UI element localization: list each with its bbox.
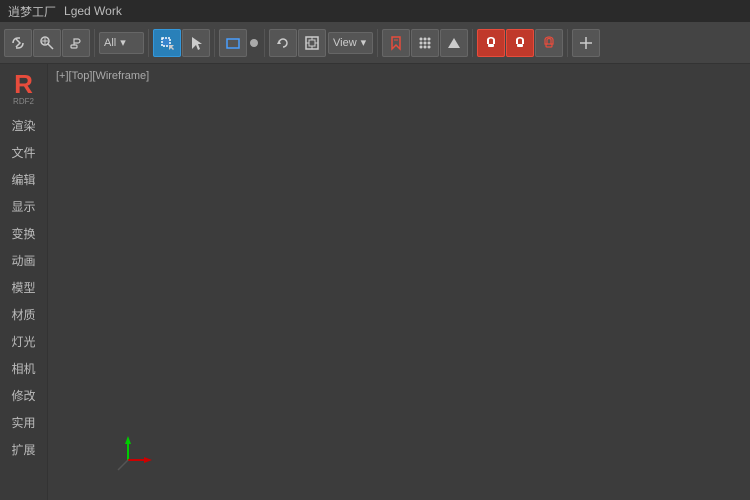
sidebar-item-extend[interactable]: 扩展 — [2, 436, 46, 462]
select-tool-btn[interactable] — [33, 29, 61, 57]
sidebar-item-file[interactable]: 文件 — [2, 139, 46, 165]
logo-sub: RDF2 — [13, 97, 34, 106]
app-logo: R RDF2 — [4, 68, 44, 108]
final-tool-btn[interactable] — [572, 29, 600, 57]
sidebar-item-render[interactable]: 渲染 — [2, 112, 46, 138]
snap-outline-btn[interactable] — [535, 29, 563, 57]
dot-indicator — [250, 39, 258, 47]
rect-btn[interactable] — [219, 29, 247, 57]
sidebar-item-modify[interactable]: 修改 — [2, 382, 46, 408]
sep-2 — [148, 29, 149, 57]
all-dropdown[interactable]: All ▾ — [99, 32, 144, 54]
sidebar-item-light[interactable]: 灯光 — [2, 328, 46, 354]
sidebar-item-material[interactable]: 材质 — [2, 301, 46, 327]
sidebar-item-camera[interactable]: 相机 — [2, 355, 46, 381]
sep-1 — [94, 29, 95, 57]
sidebar-item-animation[interactable]: 动画 — [2, 247, 46, 273]
sep-3 — [214, 29, 215, 57]
toolbar-group-2 — [153, 29, 210, 57]
snap-red-1-btn[interactable] — [477, 29, 505, 57]
viewport-label: [+][Top][Wireframe] — [56, 70, 149, 82]
toolbar-group-4 — [269, 29, 326, 57]
viewport[interactable]: [+][Top][Wireframe] — [48, 64, 750, 500]
arrow-select-btn[interactable] — [182, 29, 210, 57]
toolbar-group-5 — [382, 29, 468, 57]
snap-red-2-btn[interactable] — [506, 29, 534, 57]
sidebar-item-utility[interactable]: 实用 — [2, 409, 46, 435]
sidebar-item-display[interactable]: 显示 — [2, 193, 46, 219]
box-select-btn[interactable] — [153, 29, 181, 57]
link-tool-btn[interactable] — [4, 29, 32, 57]
toolbar: All ▾ — [0, 22, 750, 64]
project-title: Lged Work — [64, 4, 122, 18]
sidebar: R RDF2 渲染 文件 编辑 显示 变换 动画 模型 材质 灯光 — [0, 64, 48, 500]
app-title: 逍梦工厂 — [8, 3, 56, 20]
frame-btn[interactable] — [298, 29, 326, 57]
rotate-btn[interactable] — [269, 29, 297, 57]
sep-5 — [377, 29, 378, 57]
sidebar-item-transform[interactable]: 变换 — [2, 220, 46, 246]
up-btn[interactable] — [440, 29, 468, 57]
dots-grid-btn[interactable] — [411, 29, 439, 57]
paint-tool-btn[interactable] — [62, 29, 90, 57]
toolbar-group-1 — [4, 29, 90, 57]
sep-7 — [567, 29, 568, 57]
sep-4 — [264, 29, 265, 57]
toolbar-group-3 — [219, 29, 260, 57]
main-area: R RDF2 渲染 文件 编辑 显示 变换 动画 模型 材质 灯光 — [0, 64, 750, 500]
logo-r: R — [14, 71, 33, 97]
view-dropdown[interactable]: View ▾ — [328, 32, 373, 54]
bookmark-btn[interactable] — [382, 29, 410, 57]
sidebar-item-edit[interactable]: 编辑 — [2, 166, 46, 192]
sidebar-item-model[interactable]: 模型 — [2, 274, 46, 300]
toolbar-group-6 — [477, 29, 563, 57]
title-bar: 逍梦工厂 Lged Work — [0, 0, 750, 22]
axis-indicator — [108, 430, 158, 480]
sep-6 — [472, 29, 473, 57]
